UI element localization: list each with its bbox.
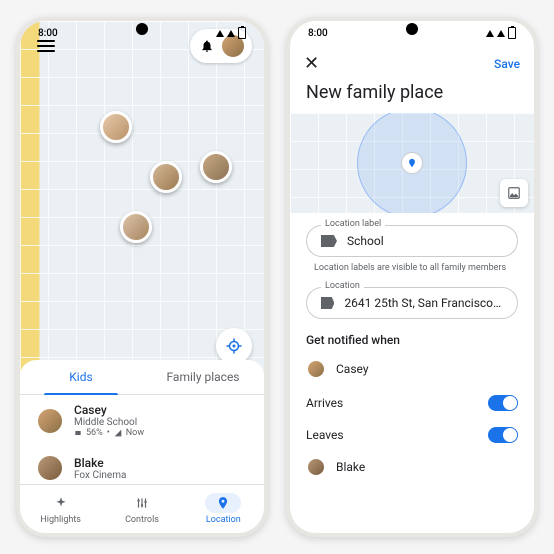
map-grid (20, 21, 264, 376)
nav-highlights[interactable]: Highlights (20, 489, 101, 529)
kid-name: Blake (74, 456, 248, 470)
tab-family-places[interactable]: Family places (142, 360, 264, 394)
trigger-label: Arrives (306, 396, 478, 410)
member-name: Blake (336, 460, 518, 474)
signal-small-icon (114, 429, 122, 437)
trigger-arrives: Arrives (290, 387, 534, 419)
kid-meta: 56% • Now (74, 428, 248, 438)
label-hint: Location labels are visible to all famil… (290, 261, 534, 275)
page-header: ✕ Save (290, 45, 534, 82)
camera-cutout (136, 23, 148, 35)
avatar-casey (36, 407, 64, 435)
battery-icon (508, 27, 516, 39)
locate-me-button[interactable] (216, 328, 252, 364)
location-field[interactable]: Location 2641 25th St, San Francisco, CA… (306, 287, 518, 319)
avatar-casey (306, 359, 326, 379)
avatar-blake (306, 457, 326, 477)
camera-cutout (406, 23, 418, 35)
center-marker[interactable] (401, 152, 423, 174)
wifi-icon (216, 30, 224, 37)
map-pin-person-1[interactable] (100, 111, 132, 143)
pin-icon (407, 158, 417, 168)
kid-location: Middle School (74, 417, 248, 428)
phone-right: 8:00 ✕ Save New family place Location la… (286, 17, 538, 537)
signal-icon (227, 30, 235, 37)
map-pin-person-3[interactable] (200, 151, 232, 183)
close-icon[interactable]: ✕ (304, 53, 324, 74)
kid-row-casey[interactable]: Casey Middle School 56% • Now (20, 395, 264, 446)
save-button[interactable]: Save (494, 57, 520, 71)
toggle-arrives[interactable] (488, 395, 518, 411)
phone-left: 8:00 (16, 17, 268, 537)
sparkle-icon (54, 496, 68, 510)
map-view[interactable] (20, 21, 264, 376)
kid-row-blake[interactable]: Blake Fox Cinema (20, 446, 264, 484)
image-icon (507, 186, 521, 200)
tag-icon (321, 297, 334, 309)
screen-right: 8:00 ✕ Save New family place Location la… (290, 21, 534, 533)
status-icons (486, 27, 516, 39)
sheet-tabs: Kids Family places (20, 360, 264, 395)
trigger-leaves: Leaves (290, 419, 534, 451)
member-name: Casey (336, 362, 518, 376)
radius-map[interactable] (290, 113, 534, 213)
nav-location[interactable]: Location (183, 489, 264, 529)
kid-location: Fox Cinema (74, 470, 248, 481)
sliders-icon (135, 496, 149, 510)
location-label-field[interactable]: Location label School (306, 225, 518, 257)
field-value: 2641 25th St, San Francisco, CA 9... (344, 296, 503, 310)
clock: 8:00 (38, 28, 58, 39)
kid-name: Casey (74, 403, 248, 417)
tab-kids[interactable]: Kids (20, 360, 142, 394)
battery-icon (238, 27, 246, 39)
map-pin-person-4[interactable] (120, 211, 152, 243)
member-casey: Casey (290, 351, 534, 387)
bottom-nav: Highlights Controls Location (20, 484, 264, 533)
bottom-sheet: Kids Family places Casey Middle School 5… (20, 360, 264, 533)
notify-section-title: Get notified when (290, 323, 534, 351)
location-pin-icon (216, 496, 230, 510)
page-title: New family place (290, 82, 534, 113)
nav-controls[interactable]: Controls (101, 489, 182, 529)
clock: 8:00 (308, 28, 328, 39)
screen-left: 8:00 (20, 21, 264, 533)
member-blake: Blake (290, 451, 534, 485)
crosshair-icon (225, 337, 243, 355)
field-value: School (347, 234, 384, 248)
wifi-icon (486, 30, 494, 37)
map-pin-person-2[interactable] (150, 161, 182, 193)
battery-small-icon (74, 429, 82, 437)
avatar-blake (36, 454, 64, 482)
field-label: Location label (321, 219, 385, 229)
status-icons (216, 27, 246, 39)
image-button[interactable] (500, 179, 528, 207)
trigger-label: Leaves (306, 428, 478, 442)
toggle-leaves[interactable] (488, 427, 518, 443)
signal-icon (497, 30, 505, 37)
field-label: Location (321, 281, 364, 291)
tag-icon (321, 235, 337, 247)
